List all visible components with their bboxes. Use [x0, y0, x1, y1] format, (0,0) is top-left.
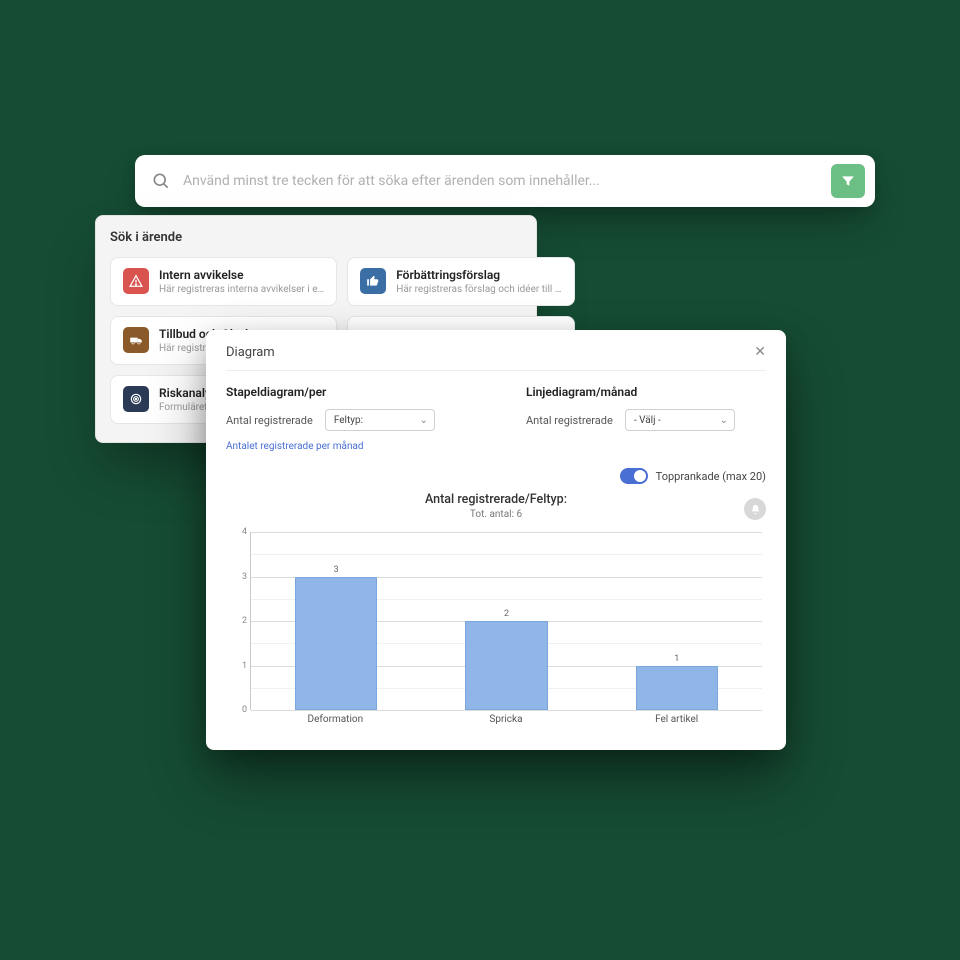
bar [636, 666, 718, 711]
bar-spricka: 2 [440, 532, 573, 710]
chevron-down-icon: ⌄ [719, 415, 727, 426]
y-tick-label: 0 [231, 705, 247, 715]
select-feltyp[interactable]: Feltyp: ⌄ [325, 409, 435, 431]
bar-value-label: 1 [674, 654, 679, 664]
filter-button[interactable] [831, 164, 865, 198]
search-input[interactable] [171, 173, 831, 189]
bar-deformation: 3 [270, 532, 403, 710]
ambulance-icon [123, 327, 149, 353]
toprank-toggle[interactable] [620, 468, 648, 484]
bar-fel-artikel: 1 [610, 532, 743, 710]
search-bar [135, 155, 875, 207]
close-icon[interactable]: ✕ [754, 344, 766, 360]
target-icon [123, 386, 149, 412]
bar-value-label: 3 [334, 565, 339, 575]
count-label: Antal registrerade [526, 414, 613, 427]
select-valj[interactable]: - Välj - ⌄ [625, 409, 735, 431]
bar [295, 577, 377, 711]
filter-icon [840, 173, 856, 189]
y-tick-label: 3 [231, 572, 247, 582]
card-intern-avvikelse[interactable]: Intern avvikelse Här registreras interna… [110, 257, 337, 306]
diagram-modal: Diagram ✕ Stapeldiagram/per Antal regist… [206, 330, 786, 750]
x-tick-label: Fel artikel [610, 714, 743, 732]
x-tick-label: Deformation [269, 714, 402, 732]
search-icon [151, 171, 171, 191]
panel-title: Sök i ärende [110, 230, 522, 245]
link-per-month[interactable]: Antalet registrerade per månad [226, 441, 466, 452]
gridline [251, 710, 762, 711]
chevron-down-icon: ⌄ [419, 415, 427, 426]
count-label: Antal registrerade [226, 414, 313, 427]
card-desc: Här registreras förslag och idéer till … [396, 284, 561, 295]
card-title: Förbättringsförslag [396, 268, 561, 282]
card-desc: Här registreras interna avvikelser i e… [159, 284, 324, 295]
y-tick-label: 4 [231, 527, 247, 537]
chart-subtitle: Tot. antal: 6 [226, 509, 766, 520]
toprank-label: Topprankade (max 20) [656, 470, 766, 483]
line-section-title: Linjediagram/månad [526, 385, 766, 399]
bar [465, 621, 547, 710]
select-value: Feltyp: [334, 415, 363, 426]
select-value: - Välj - [634, 415, 661, 426]
thumbs-up-icon [360, 268, 386, 294]
card-forbattringsforslag[interactable]: Förbättringsförslag Här registreras förs… [347, 257, 574, 306]
warning-icon [123, 268, 149, 294]
bar-value-label: 2 [504, 609, 509, 619]
chart-title: Antal registrerade/Feltyp: [226, 492, 766, 507]
bar-section-title: Stapeldiagram/per [226, 385, 466, 399]
notify-button[interactable] [744, 498, 766, 520]
modal-title: Diagram [226, 345, 275, 360]
card-title: Intern avvikelse [159, 268, 324, 282]
y-tick-label: 2 [231, 616, 247, 626]
bell-icon [750, 504, 761, 515]
y-tick-label: 1 [231, 661, 247, 671]
bar-chart: 01234321 DeformationSprickaFel artikel [226, 532, 766, 732]
x-tick-label: Spricka [439, 714, 572, 732]
